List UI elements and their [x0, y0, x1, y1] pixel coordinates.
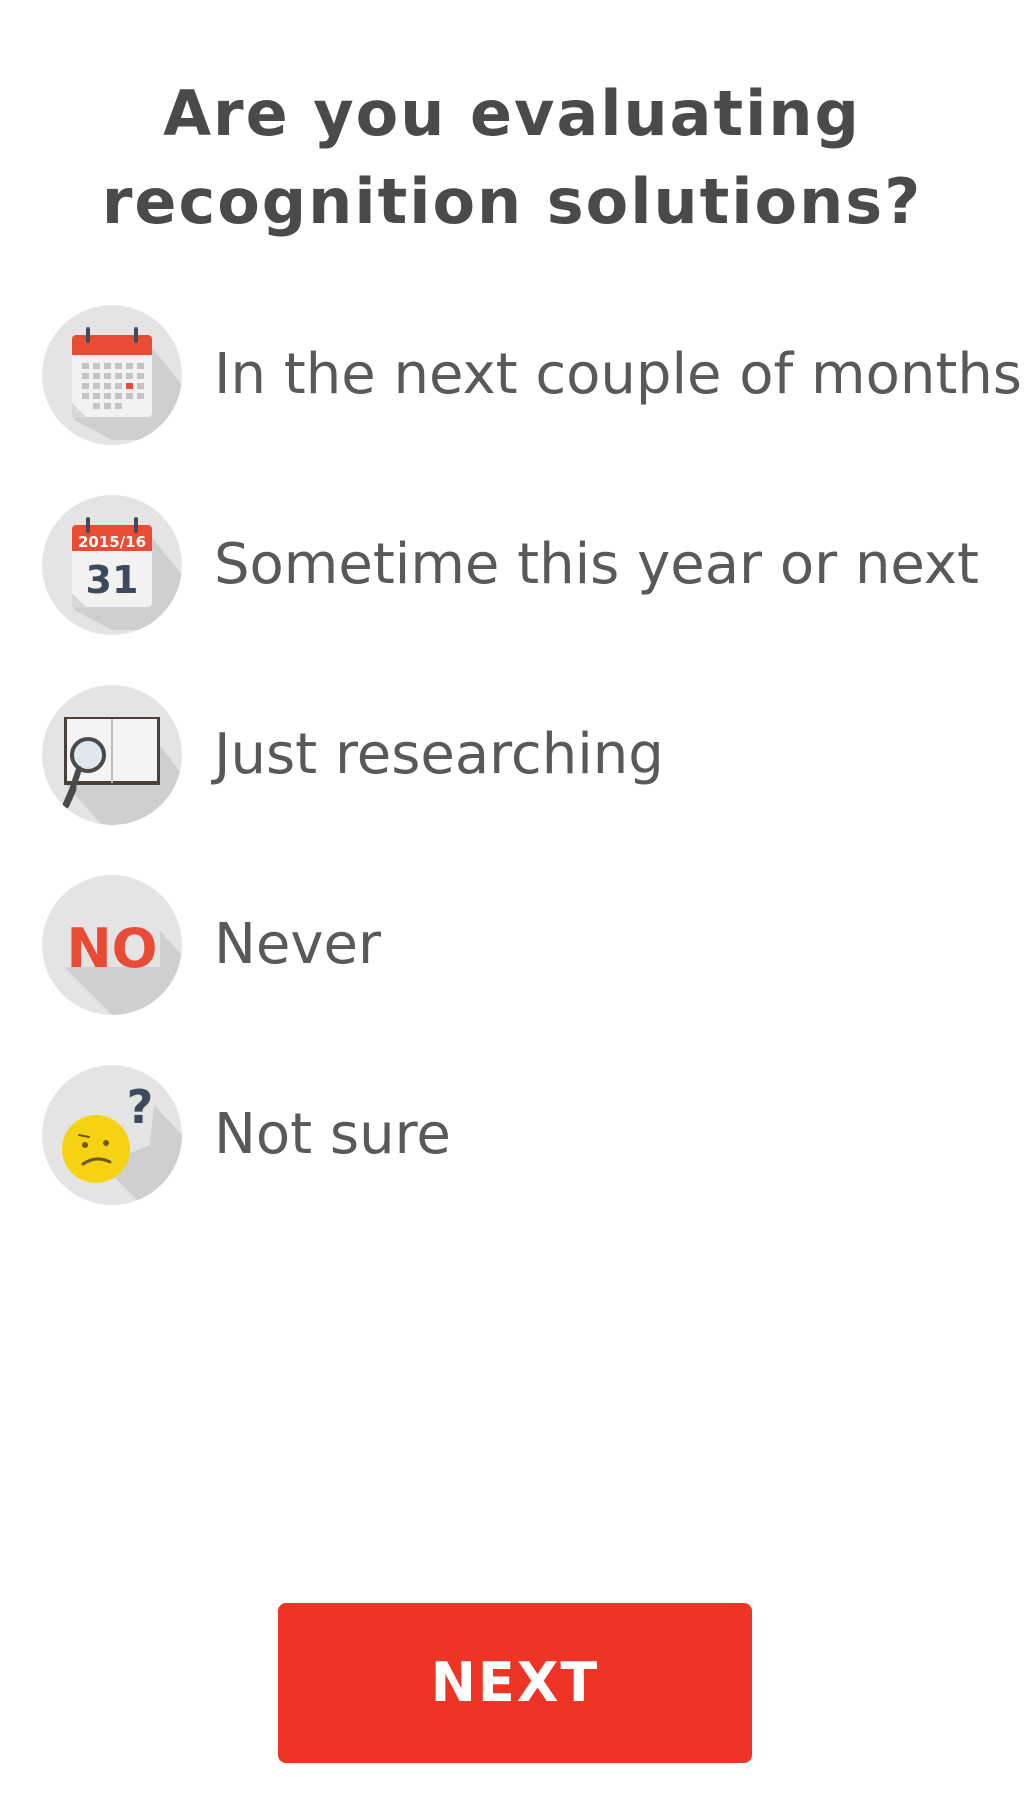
option-just-researching[interactable]: Just researching: [42, 685, 1002, 825]
option-label: Sometime this year or next: [214, 532, 979, 597]
no-icon-text: NO: [66, 917, 157, 980]
next-button[interactable]: NEXT: [278, 1603, 752, 1763]
calendar-year-text: 2015/16: [78, 533, 146, 551]
option-label: Just researching: [214, 722, 664, 787]
calendar-grid-icon: [42, 305, 182, 445]
book-magnifier-icon: [42, 685, 182, 825]
no-icon: NO: [42, 875, 182, 1015]
option-never[interactable]: NO Never: [42, 875, 1002, 1015]
option-not-sure[interactable]: ? Not sure: [42, 1065, 1002, 1205]
option-label: In the next couple of months: [214, 342, 1022, 407]
question-line-1: Are you evaluating: [163, 77, 861, 150]
calendar-date-icon: 2015/16 31: [42, 495, 182, 635]
option-sometime-this-year-or-next[interactable]: 2015/16 31 Sometime this year or next: [42, 495, 1002, 635]
question-line-2: recognition solutions?: [101, 165, 923, 238]
question-mark-text: ?: [127, 1080, 154, 1134]
option-next-couple-of-months[interactable]: In the next couple of months: [42, 305, 1022, 445]
calendar-day-text: 31: [86, 558, 139, 602]
page-title: Are you evaluating recognition solutions…: [0, 70, 1024, 246]
option-label: Never: [214, 912, 381, 977]
option-label: Not sure: [214, 1102, 451, 1167]
confused-face-icon: ?: [42, 1065, 182, 1205]
